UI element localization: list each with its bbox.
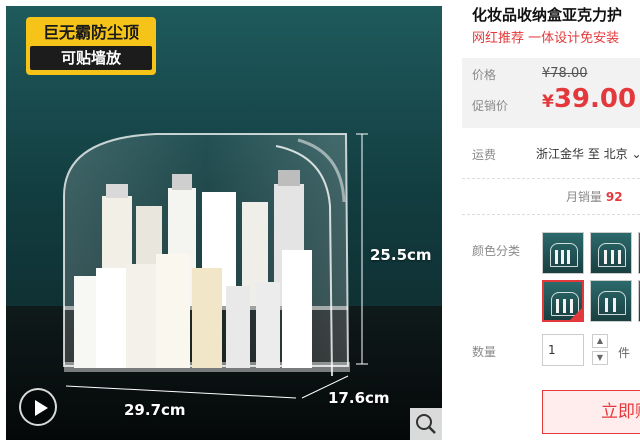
shipping-route: 浙江金华 至 北京 [536, 147, 628, 161]
buy-now-button[interactable]: 立即购买 [542, 390, 640, 434]
dimension-height: 25.5cm [370, 246, 432, 264]
play-icon[interactable] [19, 388, 57, 426]
monthly-sales-label: 月销量 [566, 190, 603, 204]
variant-swatch-2[interactable] [590, 232, 632, 274]
monthly-sales-value: 92 [605, 190, 623, 204]
dimension-width: 29.7cm [124, 401, 186, 419]
shipping-label: 运费 [472, 148, 497, 162]
promo-price-label: 促销价 [472, 99, 509, 113]
product-title: 化妆品收纳盒亚克力护 [472, 6, 623, 24]
variant-swatch-4-selected[interactable] [542, 280, 584, 322]
main-product-image[interactable]: 巨无霸防尘顶 可贴墙放 25.5cm 29.7cm 17.6cm [6, 6, 442, 440]
color-category-label: 颜色分类 [472, 244, 521, 258]
badge-line-1: 巨无霸防尘顶 [42, 23, 139, 42]
divider [462, 214, 640, 215]
search-icon [416, 414, 436, 434]
shipping-route-select[interactable]: 浙江金华 至 北京 ⌄ [536, 145, 640, 162]
variant-swatch-5[interactable] [590, 280, 632, 322]
promo-price: ¥39.00 [542, 84, 636, 114]
monthly-sales: 月销量 92 [566, 188, 623, 205]
promo-price-value: 39.00 [553, 84, 637, 114]
product-subtitle: 网红推荐 一体设计免安装 [472, 31, 620, 46]
divider [462, 178, 640, 179]
selected-check-icon [570, 308, 582, 320]
original-price: ¥78.00 [542, 66, 588, 81]
variant-swatch-1[interactable] [542, 232, 584, 274]
quantity-unit: 件 [618, 346, 631, 360]
product-info-panel: 化妆品收纳盒亚克力护 网红推荐 一体设计免安装 价格 ¥78.00 促销价 ¥3… [462, 0, 640, 446]
quantity-input[interactable]: 1 [542, 334, 584, 366]
badge-line-2: 可贴墙放 [30, 46, 152, 70]
chevron-down-icon: ⌄ [631, 147, 640, 161]
quantity-decrease-button[interactable]: ▼ [592, 351, 608, 365]
product-page: 巨无霸防尘顶 可贴墙放 25.5cm 29.7cm 17.6cm 化妆品收纳盒亚… [0, 0, 640, 446]
original-price-label: 价格 [472, 68, 497, 82]
promo-badge: 巨无霸防尘顶 可贴墙放 [26, 17, 156, 75]
quantity-label: 数量 [472, 345, 497, 359]
currency-symbol: ¥ [542, 92, 554, 112]
dimension-depth: 17.6cm [328, 389, 390, 407]
zoom-button[interactable] [410, 408, 442, 440]
quantity-increase-button[interactable]: ▲ [592, 334, 608, 348]
